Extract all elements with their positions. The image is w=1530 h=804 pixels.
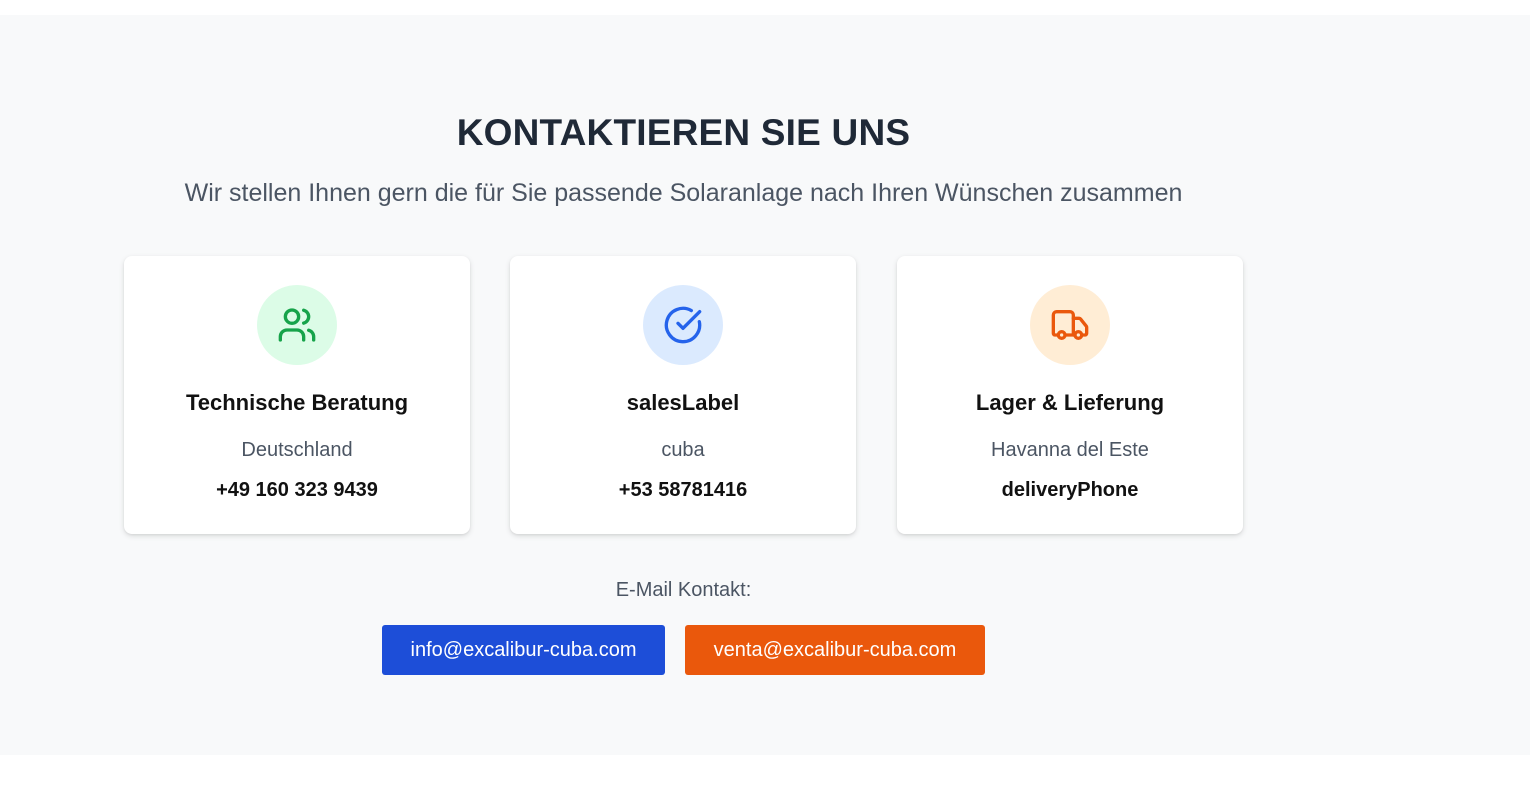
card-title: Lager & Lieferung [975, 390, 1165, 415]
users-icon [257, 285, 337, 365]
card-location: cuba [661, 439, 705, 461]
email-info-button[interactable]: info@excalibur-cuba.com [382, 625, 665, 675]
contact-card-sales: salesLabel cuba +53 58781416 [510, 256, 856, 534]
contact-heading: KONTAKTIEREN SIE UNS [456, 112, 911, 153]
card-location: Havanna del Este [991, 439, 1149, 461]
card-phone[interactable]: deliveryPhone [897, 478, 1243, 502]
card-phone[interactable]: +53 58781416 [510, 478, 856, 502]
card-title: Technische Beratung [185, 390, 409, 415]
contact-subtitle: Wir stellen Ihnen gern die für Sie passe… [184, 179, 1183, 207]
email-label: E-Mail Kontakt: [615, 579, 752, 601]
card-title: salesLabel [626, 390, 740, 415]
contact-card-technical: Technische Beratung Deutschland +49 160 … [124, 256, 470, 534]
check-circle-icon [643, 285, 723, 365]
contact-card-delivery: Lager & Lieferung Havanna del Este deliv… [897, 256, 1243, 534]
truck-icon [1030, 285, 1110, 365]
card-phone[interactable]: +49 160 323 9439 [124, 478, 470, 502]
email-venta-button[interactable]: venta@excalibur-cuba.com [685, 625, 985, 675]
card-location: Deutschland [241, 439, 353, 461]
